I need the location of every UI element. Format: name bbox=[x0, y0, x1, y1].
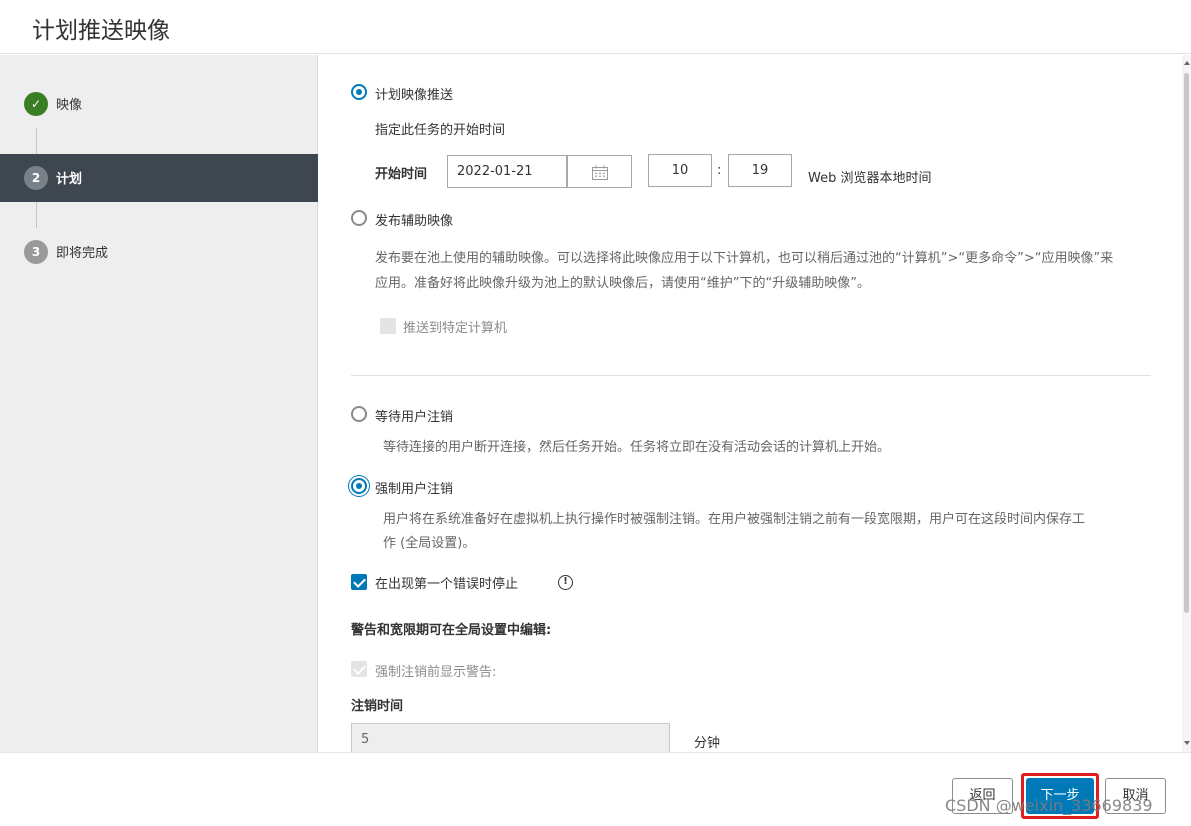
schedule-push-label: 计划映像推送 bbox=[375, 88, 454, 103]
section-divider bbox=[351, 375, 1151, 376]
global-settings-note: 警告和宽限期可在全局设置中编辑: bbox=[351, 623, 552, 638]
calendar-icon bbox=[592, 165, 608, 180]
title-bar: 计划推送映像 bbox=[0, 0, 1191, 54]
logoff-time-input[interactable]: 5 bbox=[351, 723, 670, 752]
publish-secondary-desc-1: 发布要在池上使用的辅助映像。可以选择将此映像应用于以下计算机，也可以稍后通过池的… bbox=[375, 251, 1114, 266]
start-time-label: 开始时间 bbox=[375, 167, 428, 182]
force-logoff-desc-2: 作 (全局设置)。 bbox=[383, 536, 476, 551]
calendar-button[interactable] bbox=[567, 155, 632, 188]
force-logoff-desc-1: 用户将在系统准备好在虚拟机上执行操作时被强制注销。在用户被强制注销之前有一段宽限… bbox=[383, 512, 1086, 527]
stop-on-error-checkbox[interactable] bbox=[351, 574, 367, 590]
schedule-form: 计划映像推送 指定此任务的开始时间 开始时间 2022-01-21 10 : 1… bbox=[319, 55, 1182, 752]
info-icon[interactable]: ! bbox=[558, 575, 573, 590]
step-number: 2 bbox=[24, 166, 48, 190]
wizard-steps-sidebar: ✓ 映像 2 计划 3 即将完成 bbox=[0, 55, 318, 752]
scroll-down-icon[interactable] bbox=[1184, 741, 1190, 745]
wait-logoff-desc: 等待连接的用户断开连接，然后任务开始。任务将立即在没有活动会话的计算机上开始。 bbox=[383, 440, 891, 455]
force-logoff-label: 强制用户注销 bbox=[375, 482, 454, 497]
check-icon: ✓ bbox=[24, 92, 48, 116]
vertical-scrollbar[interactable] bbox=[1182, 55, 1191, 752]
step-ready-to-complete[interactable]: 3 即将完成 bbox=[0, 228, 318, 276]
publish-secondary-radio[interactable] bbox=[351, 210, 367, 226]
force-logoff-radio[interactable] bbox=[351, 478, 367, 494]
step-number: 3 bbox=[24, 240, 48, 264]
step-label: 计划 bbox=[56, 172, 83, 187]
show-warning-label: 强制注销前显示警告: bbox=[375, 665, 497, 680]
wait-logoff-radio[interactable] bbox=[351, 406, 367, 422]
timezone-note: Web 浏览器本地时间 bbox=[808, 171, 932, 186]
logoff-time-label: 注销时间 bbox=[351, 699, 404, 714]
wait-logoff-label: 等待用户注销 bbox=[375, 410, 454, 425]
logoff-time-unit: 分钟 bbox=[694, 736, 721, 751]
publish-secondary-label: 发布辅助映像 bbox=[375, 214, 454, 229]
schedule-push-radio[interactable] bbox=[351, 84, 367, 100]
step-schedule[interactable]: 2 计划 bbox=[0, 154, 318, 202]
schedule-push-description: 指定此任务的开始时间 bbox=[375, 123, 506, 138]
step-connector bbox=[36, 202, 37, 228]
show-warning-checkbox[interactable] bbox=[351, 661, 367, 677]
push-specific-label: 推送到特定计算机 bbox=[403, 321, 508, 336]
publish-secondary-desc-2: 应用。准备好将此映像升级为池上的默认映像后，请使用“维护”下的“升级辅助映像”。 bbox=[375, 276, 870, 291]
watermark: CSDN @weixin_33669839 bbox=[945, 796, 1153, 815]
step-image[interactable]: ✓ 映像 bbox=[0, 80, 318, 128]
scroll-up-icon[interactable] bbox=[1184, 61, 1190, 65]
dialog-title: 计划推送映像 bbox=[32, 18, 170, 44]
hour-input[interactable]: 10 bbox=[648, 154, 712, 187]
step-connector bbox=[36, 128, 37, 154]
push-specific-checkbox[interactable] bbox=[380, 318, 396, 334]
date-input[interactable]: 2022-01-21 bbox=[447, 155, 567, 188]
step-label: 即将完成 bbox=[56, 246, 109, 261]
stop-on-error-label: 在出现第一个错误时停止 bbox=[375, 577, 519, 592]
time-separator: : bbox=[717, 163, 722, 178]
step-label: 映像 bbox=[56, 98, 83, 113]
scrollbar-thumb[interactable] bbox=[1184, 73, 1189, 613]
minute-input[interactable]: 19 bbox=[728, 154, 792, 187]
